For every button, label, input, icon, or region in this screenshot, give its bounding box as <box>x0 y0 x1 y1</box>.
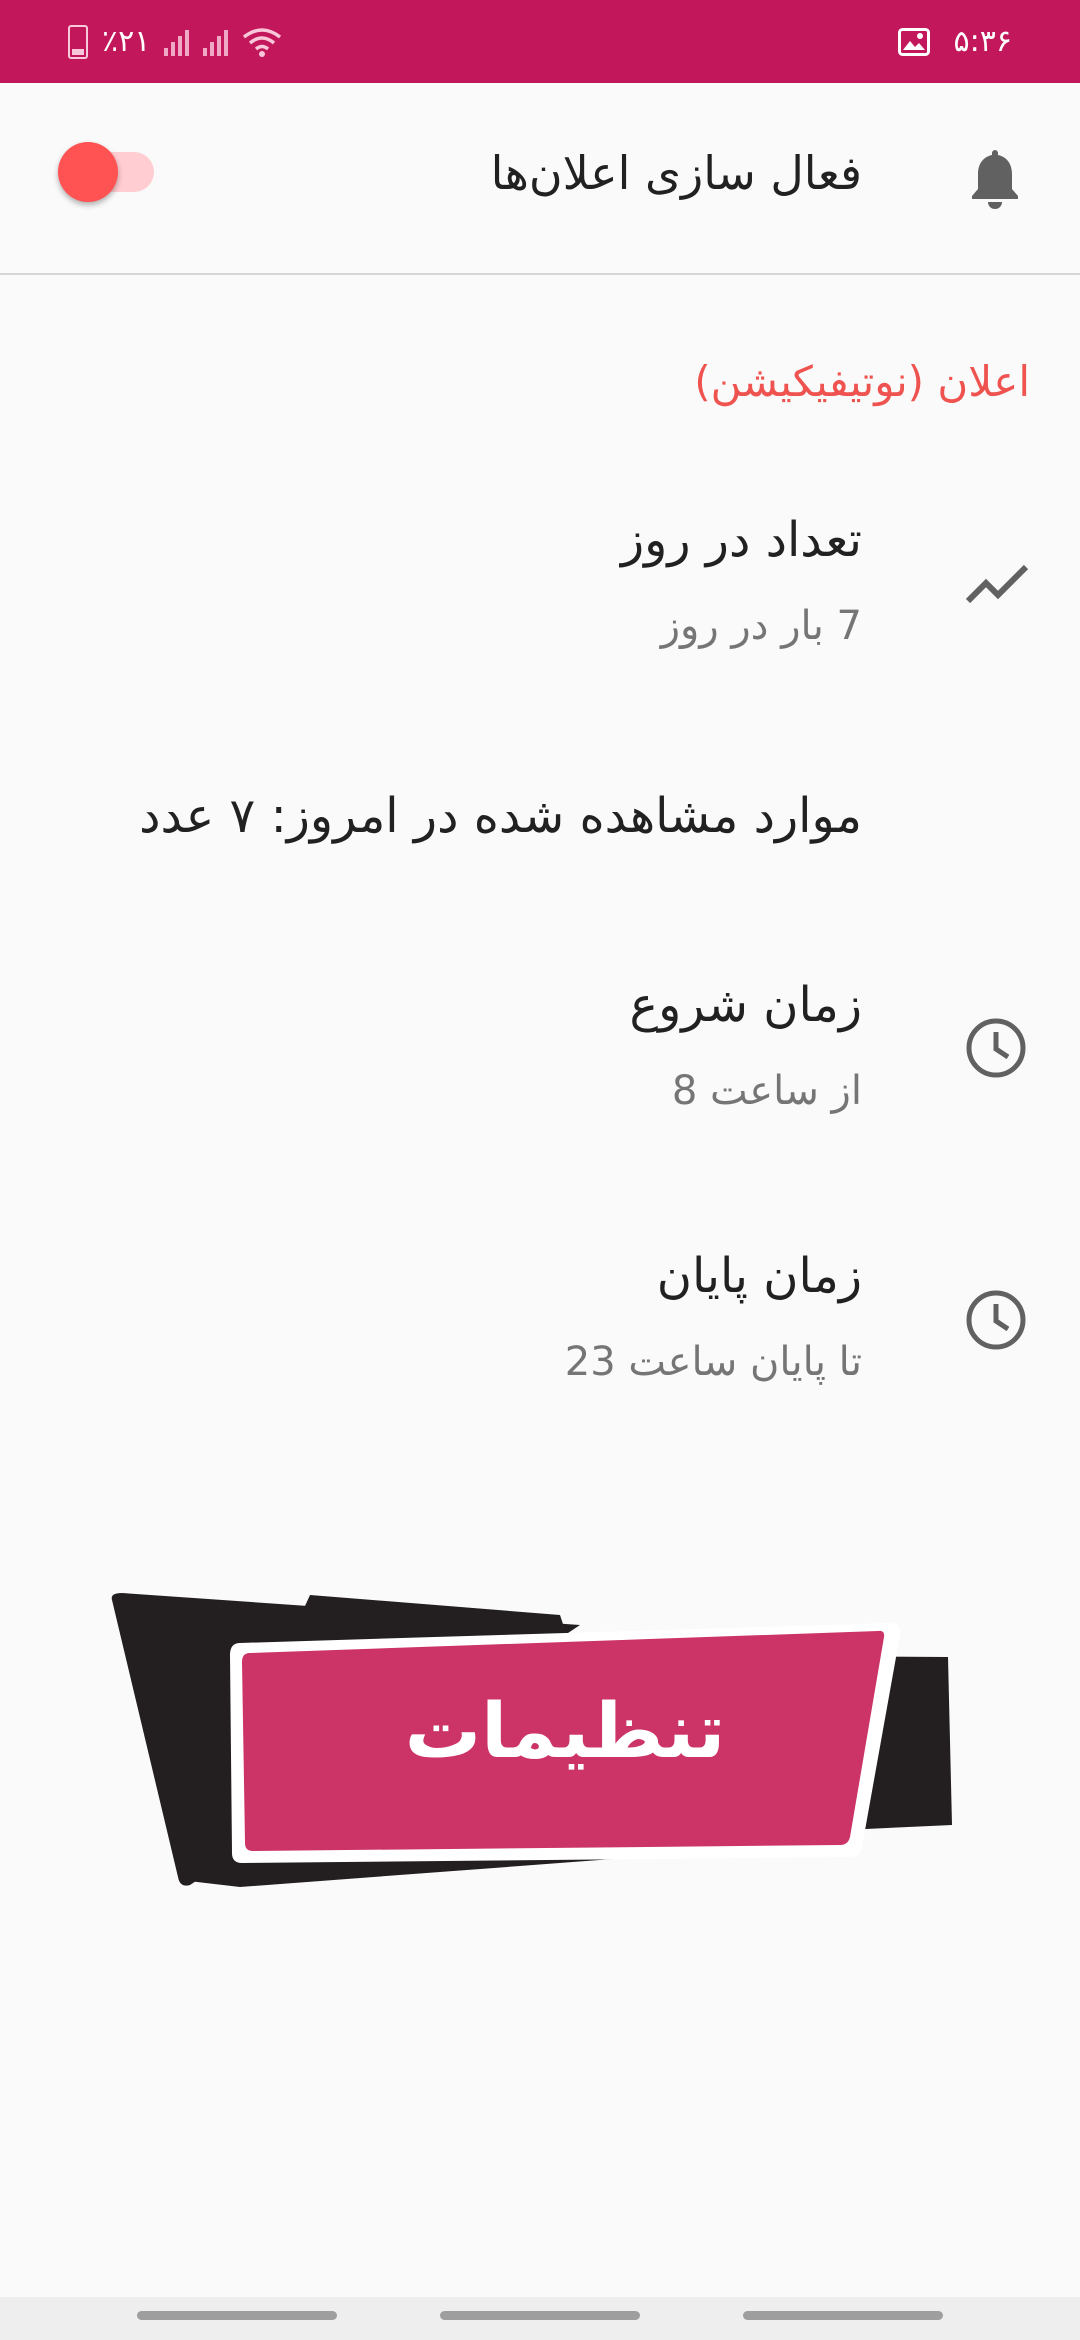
nav-home-button[interactable] <box>440 2311 640 2320</box>
setting-title: زمان پایان <box>656 1248 862 1304</box>
nav-recents-button[interactable] <box>137 2311 337 2320</box>
signal-icon <box>164 28 190 56</box>
status-bar-right: ۵:۳۶ <box>897 0 1012 83</box>
setting-title: زمان شروع <box>629 977 862 1033</box>
signal-icon <box>203 28 229 56</box>
nav-back-button[interactable] <box>743 2311 943 2320</box>
setting-subtitle: 7 بار در روز <box>660 603 862 649</box>
bell-icon <box>965 146 1025 216</box>
clock-icon <box>964 1016 1028 1084</box>
toggle-knob <box>58 142 118 202</box>
section-title: اعلان (نوتیفیکیشن) <box>694 357 1030 406</box>
wifi-icon <box>242 27 282 57</box>
settings-button-label: تنظیمات <box>404 1685 726 1775</box>
status-time: ۵:۳۶ <box>953 24 1012 59</box>
status-bar: ٪۲۱ ۵:۳۶ <box>0 0 1080 83</box>
trending-icon <box>964 555 1030 615</box>
seen-today-text: موارد مشاهده شده در امروز: ۷ عدد <box>139 788 862 844</box>
navigation-bar <box>0 2297 1080 2340</box>
battery-icon <box>68 24 88 59</box>
enable-notifications-label: فعال سازی اعلان‌ها <box>490 146 862 200</box>
image-icon <box>897 27 930 56</box>
setting-subtitle: از ساعت 8 <box>671 1068 862 1114</box>
setting-subtitle: تا پایان ساعت 23 <box>564 1339 862 1385</box>
clock-icon <box>964 1288 1028 1356</box>
setting-title: تعداد در روز <box>620 512 862 568</box>
battery-percent: ٪۲۱ <box>102 24 151 59</box>
notifications-toggle[interactable] <box>58 142 154 202</box>
status-bar-left: ٪۲۱ <box>68 0 282 83</box>
